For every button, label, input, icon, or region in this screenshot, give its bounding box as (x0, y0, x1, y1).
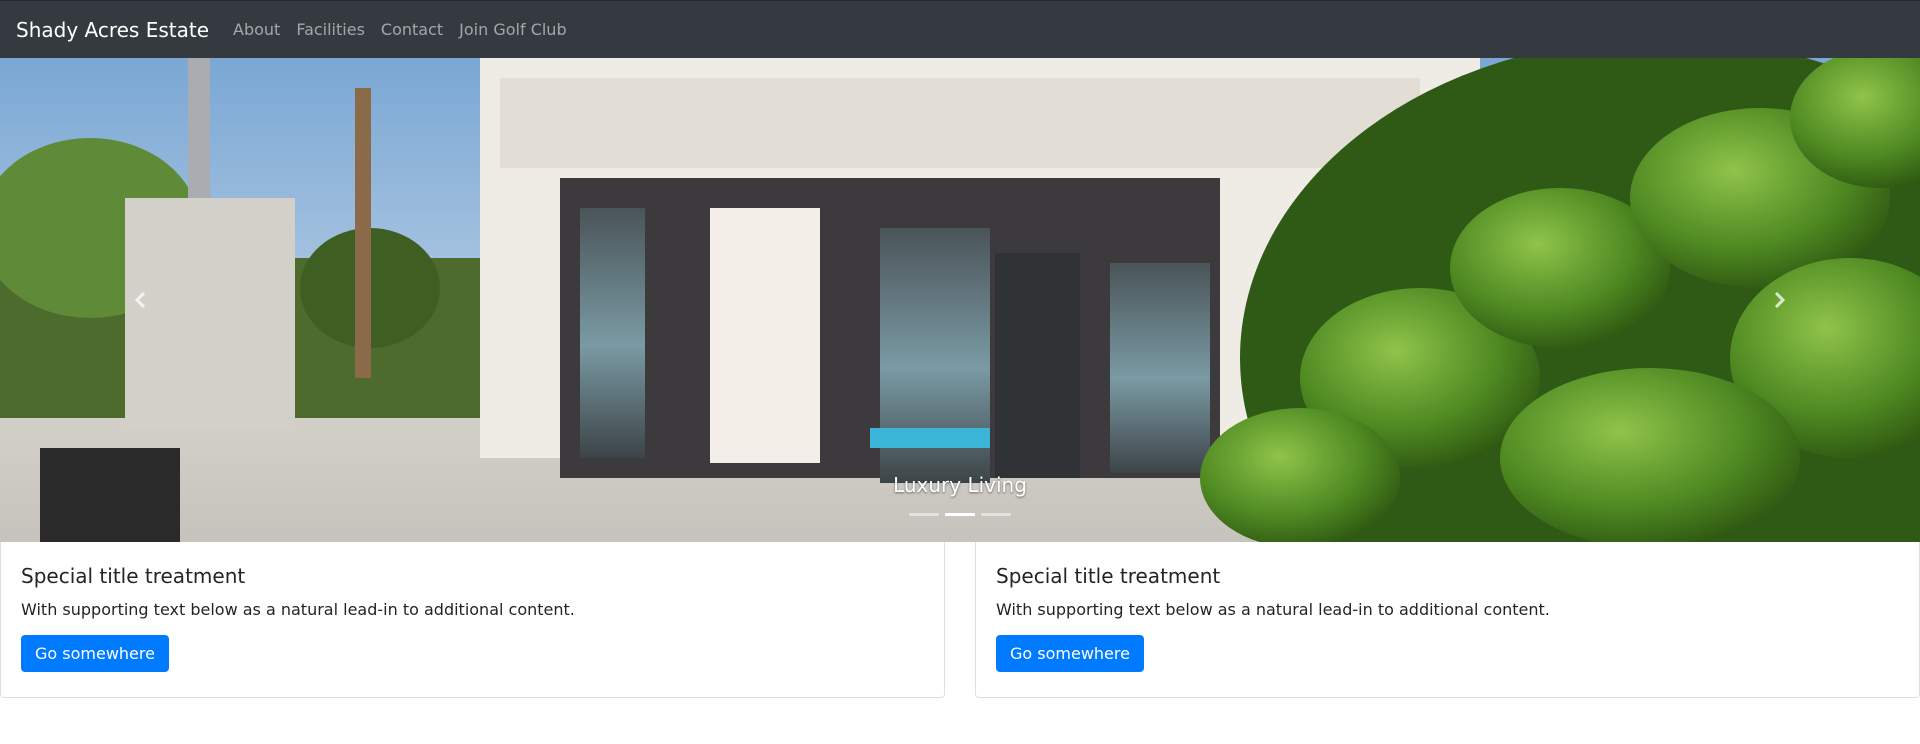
nav-link-about[interactable]: About (233, 20, 280, 39)
carousel-indicators (0, 513, 1920, 516)
carousel-slide-image (0, 58, 1920, 542)
card-text: With supporting text below as a natural … (21, 600, 575, 619)
carousel-indicator-1[interactable] (909, 513, 939, 516)
carousel-indicator-2[interactable] (945, 513, 975, 516)
hero-carousel: Luxury Living (0, 58, 1920, 542)
info-card: Special title treatment With supporting … (975, 542, 1920, 698)
brand-logo-text[interactable]: Shady Acres Estate (16, 18, 209, 42)
go-somewhere-button[interactable]: Go somewhere (996, 635, 1144, 672)
info-card: Special title treatment With supporting … (0, 542, 945, 698)
nav-link-facilities[interactable]: Facilities (296, 20, 365, 39)
nav-link-contact[interactable]: Contact (381, 20, 443, 39)
carousel-indicator-3[interactable] (981, 513, 1011, 516)
chevron-right-icon (1774, 291, 1786, 309)
card-title: Special title treatment (996, 564, 1221, 588)
chevron-left-icon (134, 291, 146, 309)
carousel-next-button[interactable] (1638, 58, 1920, 542)
card-title: Special title treatment (21, 564, 246, 588)
top-navbar: Shady Acres Estate About Facilities Cont… (0, 0, 1920, 58)
carousel-caption: Luxury Living (893, 473, 1027, 497)
nav-link-join-golf-club[interactable]: Join Golf Club (459, 20, 566, 39)
go-somewhere-button[interactable]: Go somewhere (21, 635, 169, 672)
card-row: Special title treatment With supporting … (0, 542, 1920, 698)
card-text: With supporting text below as a natural … (996, 600, 1550, 619)
carousel-prev-button[interactable] (0, 58, 282, 542)
